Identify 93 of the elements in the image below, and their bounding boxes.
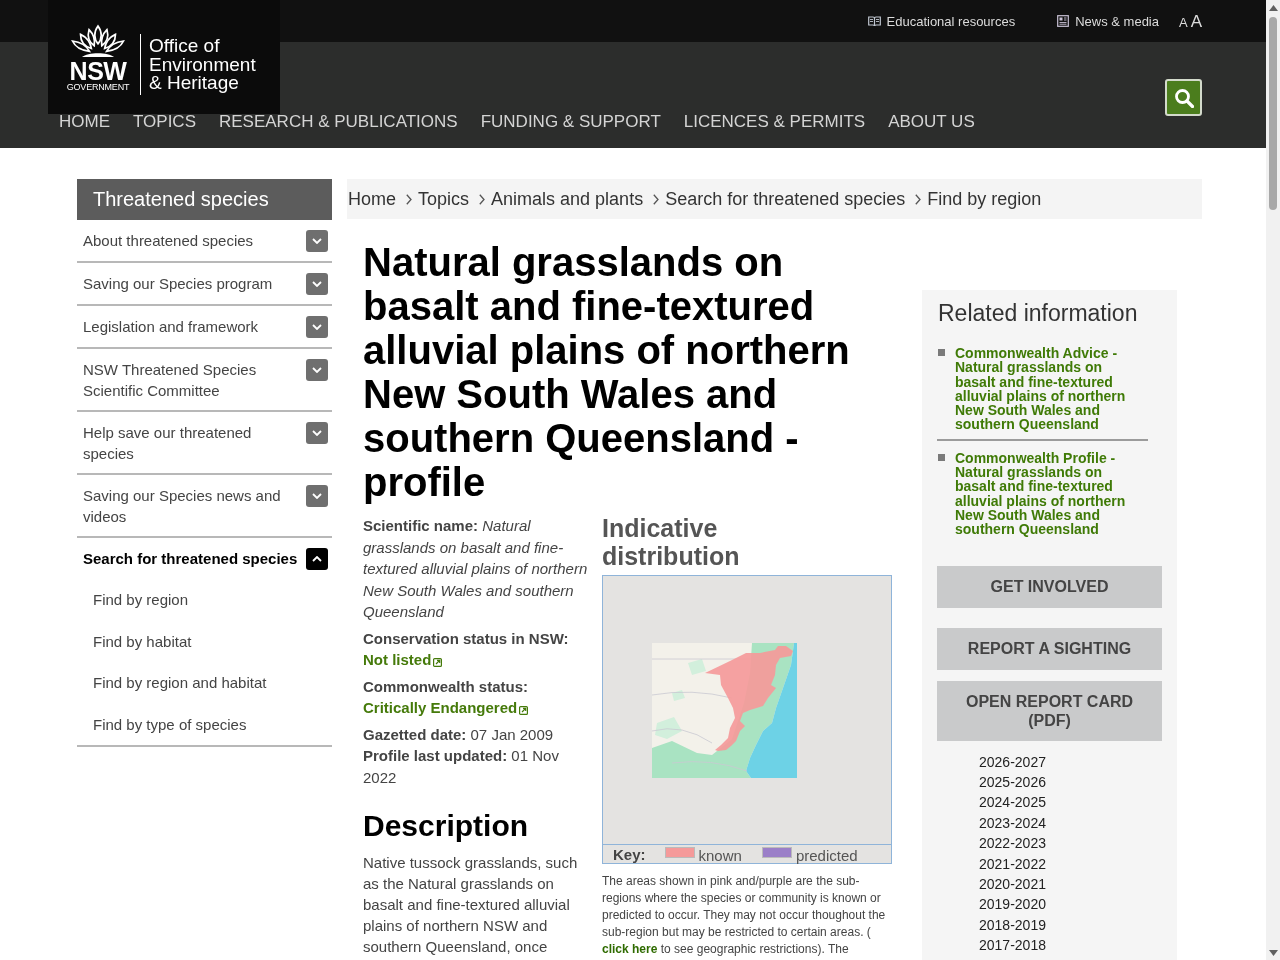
status-link[interactable]: Critically Endangered xyxy=(363,697,529,719)
chevron-down-icon xyxy=(312,367,322,373)
sidebar-sublink[interactable]: Find by region xyxy=(77,579,332,621)
breadcrumb-link[interactable]: Topics xyxy=(418,188,470,210)
map-caption: The areas shown in pink and/purple are the sub-regions where the species or community is known or predicted to occur. They may not occur thoughout the sub-region but may be restricted to certain areas. ( click here to see geographic restrictions). The xyxy=(602,873,887,958)
sidebar-sublink[interactable]: Find by habitat xyxy=(77,620,332,662)
report-year-link[interactable]: 2022-2023 xyxy=(979,833,1046,854)
external-link-icon xyxy=(519,705,529,715)
chevron-down-icon xyxy=(312,324,322,330)
flower-icon xyxy=(68,24,128,58)
action-button[interactable]: REPORT A SIGHTING xyxy=(937,627,1162,670)
fact-label: Commonwealth status: xyxy=(363,676,528,697)
chevron-right-icon xyxy=(915,194,922,205)
search-icon xyxy=(1173,87,1194,108)
nav-link[interactable]: TOPICS xyxy=(133,112,196,132)
nav-link[interactable]: HOME xyxy=(59,112,110,132)
chevron-down-icon xyxy=(312,238,322,244)
sidebar-link[interactable]: Help save our threatened species xyxy=(83,422,298,464)
chevron-down-icon xyxy=(312,430,322,436)
expand-toggle-button[interactable] xyxy=(306,273,328,295)
book-icon xyxy=(867,15,881,27)
external-link-icon xyxy=(433,657,443,667)
breadcrumb-link[interactable]: Home xyxy=(348,188,396,210)
sidebar-sublink[interactable]: Find by type of species xyxy=(77,703,332,745)
report-year-link[interactable]: 2023-2024 xyxy=(979,812,1046,834)
sidebar-link[interactable]: About threatened species xyxy=(83,230,298,251)
report-year-link[interactable]: 2026-2027 xyxy=(979,751,1046,772)
report-year-link[interactable]: 2019-2020 xyxy=(979,894,1046,915)
report-year-link[interactable]: 2017-2018 xyxy=(979,935,1046,956)
description-text: Native tussock grasslands, such as the Natural grasslands on basalt and fine-textured alluvial plains of northern NSW and southern Queensland, once xyxy=(363,853,579,957)
action-button[interactable]: GET INVOLVED xyxy=(937,565,1162,608)
fact-label: Conservation status in NSW: xyxy=(363,628,569,649)
expand-toggle-button[interactable] xyxy=(306,230,328,252)
scrollbar[interactable] xyxy=(1266,0,1280,960)
logo-subtext: GOVERNMENT xyxy=(66,82,130,93)
chevron-down-icon xyxy=(312,493,322,499)
scroll-down-arrow-icon[interactable] xyxy=(1268,950,1278,956)
section-heading: Indicative distribution xyxy=(602,514,741,570)
related-link[interactable]: Commonwealth Profile - Natural grasslands on basalt and fine-textured alluvial plains of northern New South Wales and southern Queensland xyxy=(955,450,1135,537)
related-link[interactable]: Commonwealth Advice - Natural grasslands on basalt and fine-textured alluvial plains of northern New South Wales and southern Queensland xyxy=(955,346,1135,432)
restrictions-link[interactable]: click here xyxy=(602,942,658,956)
report-year-link[interactable]: 2020-2021 xyxy=(979,874,1046,895)
sidebar-link[interactable]: Saving our Species program xyxy=(83,273,298,294)
legend-label: predicted xyxy=(795,847,858,864)
scroll-up-arrow-icon[interactable] xyxy=(1268,5,1278,11)
chevron-right-icon xyxy=(479,194,486,205)
report-year-link[interactable]: 2018-2019 xyxy=(979,914,1046,936)
utility-link[interactable]: Educational resources xyxy=(867,13,1016,29)
logo-wordmark: NSW xyxy=(69,60,127,82)
nav-link[interactable]: ABOUT US xyxy=(888,112,975,132)
sidebar-heading: Threatened species xyxy=(77,179,332,220)
breadcrumb-link[interactable]: Find by region xyxy=(927,188,1042,210)
sidebar-link[interactable]: Legislation and framework xyxy=(83,316,298,337)
expand-toggle-button[interactable] xyxy=(306,316,328,338)
agency-name: Office of Environment & Heritage xyxy=(140,34,256,95)
report-year-link[interactable]: 2024-2025 xyxy=(979,792,1046,813)
chevron-right-icon xyxy=(653,194,660,205)
sidebar-link[interactable]: Search for threatened species xyxy=(83,548,298,569)
chevron-up-icon xyxy=(312,556,322,562)
fact-text: Profile last updated: 01 Nov 2022 xyxy=(363,746,560,788)
text-size-button[interactable]: A xyxy=(1179,15,1188,29)
action-button[interactable]: OPEN REPORT CARD (PDF) xyxy=(937,680,1162,741)
expand-toggle-button[interactable] xyxy=(306,359,328,381)
sidebar-link[interactable]: NSW Threatened Species Scientific Committee xyxy=(83,359,298,401)
fact-text: Gazetted date: 07 Jan 2009 xyxy=(363,724,555,745)
report-year-link[interactable]: 2025-2026 xyxy=(979,771,1046,793)
nav-link[interactable]: FUNDING & SUPPORT xyxy=(480,112,661,132)
search-button[interactable] xyxy=(1165,79,1202,116)
text-size-button[interactable]: A xyxy=(1190,12,1202,30)
breadcrumb-link[interactable]: Animals and plants xyxy=(491,188,644,210)
chevron-down-icon xyxy=(312,281,322,287)
legend-label: known xyxy=(698,847,742,864)
nav-link[interactable]: LICENCES & PERMITS xyxy=(683,112,866,132)
expand-toggle-button[interactable] xyxy=(306,548,328,570)
scrollbar-thumb[interactable] xyxy=(1269,17,1277,210)
utility-link[interactable]: News & media xyxy=(1057,13,1159,29)
breadcrumb-link[interactable]: Search for threatened species xyxy=(665,188,906,210)
sidebar-link[interactable]: Saving our Species news and videos xyxy=(83,485,298,527)
nav-link[interactable]: RESEARCH & PUBLICATIONS xyxy=(219,112,458,132)
square-bullet-icon xyxy=(938,453,945,461)
expand-toggle-button[interactable] xyxy=(306,422,328,444)
expand-toggle-button[interactable] xyxy=(306,485,328,507)
square-bullet-icon xyxy=(938,349,945,356)
chevron-right-icon xyxy=(406,194,412,205)
related-heading: Related information xyxy=(938,299,1139,327)
status-link[interactable]: Not listed xyxy=(363,649,443,671)
page-title: Natural grasslands on basalt and fine-textured alluvial plains of northern New South Wales and southern Queensland - profile xyxy=(363,240,851,504)
section-heading: Description xyxy=(363,808,530,844)
key-label: Key: xyxy=(613,845,646,863)
newspaper-icon xyxy=(1057,15,1070,27)
fact-text: Scientific name: Natural grasslands on basalt and fine-textured alluvial plains of northern New South Wales and southern Queensland xyxy=(363,516,589,622)
sidebar-sublink[interactable]: Find by region and habitat xyxy=(77,662,332,704)
report-year-link[interactable]: 2021-2022 xyxy=(979,853,1046,874)
